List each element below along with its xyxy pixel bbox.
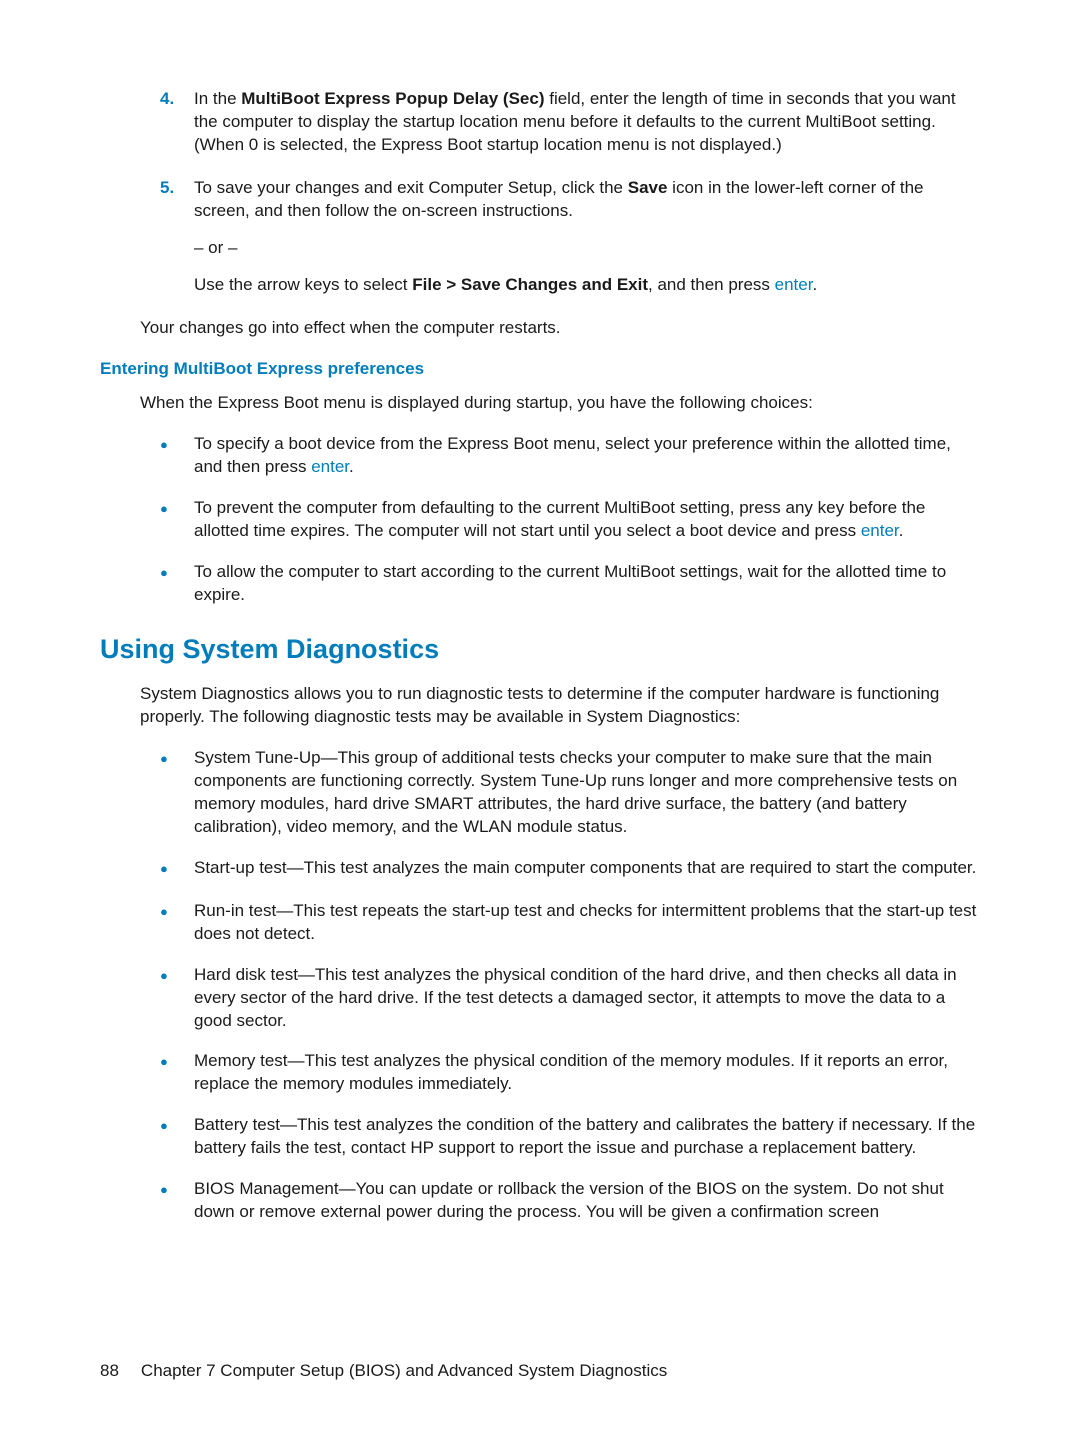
page-footer: 88 Chapter 7 Computer Setup (BIOS) and Ad… — [100, 1360, 667, 1383]
page-number: 88 — [100, 1360, 119, 1383]
list-item: ● Battery test—This test analyzes the co… — [160, 1114, 980, 1160]
list-item: ● Hard disk test—This test analyzes the … — [160, 964, 980, 1033]
list-body: Start-up test—This test analyzes the mai… — [194, 857, 980, 882]
text: To specify a boot device from the Expres… — [194, 434, 951, 476]
bullet-icon: ● — [160, 433, 194, 479]
bullet-icon: ● — [160, 1178, 194, 1224]
text: . — [812, 275, 817, 294]
step-number: 4. — [160, 88, 194, 157]
bullet-icon: ● — [160, 964, 194, 1033]
list-item: ● Memory test—This test analyzes the phy… — [160, 1050, 980, 1096]
list-item: ● Start-up test—This test analyzes the m… — [160, 857, 980, 882]
diag-intro: System Diagnostics allows you to run dia… — [140, 683, 980, 729]
text: To save your changes and exit Computer S… — [194, 178, 628, 197]
list-body: To prevent the computer from defaulting … — [194, 497, 980, 543]
enter-key: enter — [775, 275, 813, 294]
list-body: Battery test—This test analyzes the cond… — [194, 1114, 980, 1160]
bullet-icon: ● — [160, 1114, 194, 1160]
list-body: Memory test—This test analyzes the physi… — [194, 1050, 980, 1096]
text: , and then press — [648, 275, 775, 294]
bold-menu-path: File > Save Changes and Exit — [412, 275, 648, 294]
enter-key: enter — [311, 457, 349, 476]
list-item: ● System Tune-Up—This group of additiona… — [160, 747, 980, 839]
text: To allow the computer to start according… — [194, 562, 946, 604]
or-separator: – or – — [194, 237, 980, 260]
heading-using-system-diagnostics: Using System Diagnostics — [100, 631, 980, 667]
step-number: 5. — [160, 177, 194, 297]
step-text: To save your changes and exit Computer S… — [194, 177, 980, 223]
list-body: To allow the computer to start according… — [194, 561, 980, 607]
list-body: Run-in test—This test repeats the start-… — [194, 900, 980, 946]
text: Use the arrow keys to select — [194, 275, 412, 294]
step-4: 4. In the MultiBoot Express Popup Delay … — [160, 88, 980, 157]
bullet-icon: ● — [160, 900, 194, 946]
list-item: ● To allow the computer to start accordi… — [160, 561, 980, 607]
bullet-icon: ● — [160, 747, 194, 839]
bullet-icon: ● — [160, 1050, 194, 1096]
text: In the — [194, 89, 241, 108]
restart-note: Your changes go into effect when the com… — [140, 317, 980, 340]
enter-key: enter — [861, 521, 899, 540]
list-item: ● BIOS Management—You can update or roll… — [160, 1178, 980, 1224]
list-body: BIOS Management—You can update or rollba… — [194, 1178, 980, 1224]
list-body: System Tune-Up—This group of additional … — [194, 747, 980, 839]
list-item: ● To specify a boot device from the Expr… — [160, 433, 980, 479]
list-body: Hard disk test—This test analyzes the ph… — [194, 964, 980, 1033]
list-item: ● To prevent the computer from defaultin… — [160, 497, 980, 543]
chapter-title: Chapter 7 Computer Setup (BIOS) and Adva… — [141, 1361, 667, 1380]
text: . — [899, 521, 904, 540]
bullet-icon: ● — [160, 497, 194, 543]
heading-entering-multiboot: Entering MultiBoot Express preferences — [100, 358, 980, 381]
bullet-icon: ● — [160, 561, 194, 607]
bold-icon-name: Save — [628, 178, 668, 197]
alt-instruction: Use the arrow keys to select File > Save… — [194, 274, 980, 297]
step-body: In the MultiBoot Express Popup Delay (Se… — [194, 88, 980, 157]
text: . — [349, 457, 354, 476]
bold-field-name: MultiBoot Express Popup Delay (Sec) — [241, 89, 544, 108]
step-body: To save your changes and exit Computer S… — [194, 177, 980, 297]
bullet-icon: ● — [160, 857, 194, 882]
list-item: ● Run-in test—This test repeats the star… — [160, 900, 980, 946]
list-body: To specify a boot device from the Expres… — [194, 433, 980, 479]
text: To prevent the computer from defaulting … — [194, 498, 925, 540]
step-5: 5. To save your changes and exit Compute… — [160, 177, 980, 297]
express-intro: When the Express Boot menu is displayed … — [140, 392, 980, 415]
